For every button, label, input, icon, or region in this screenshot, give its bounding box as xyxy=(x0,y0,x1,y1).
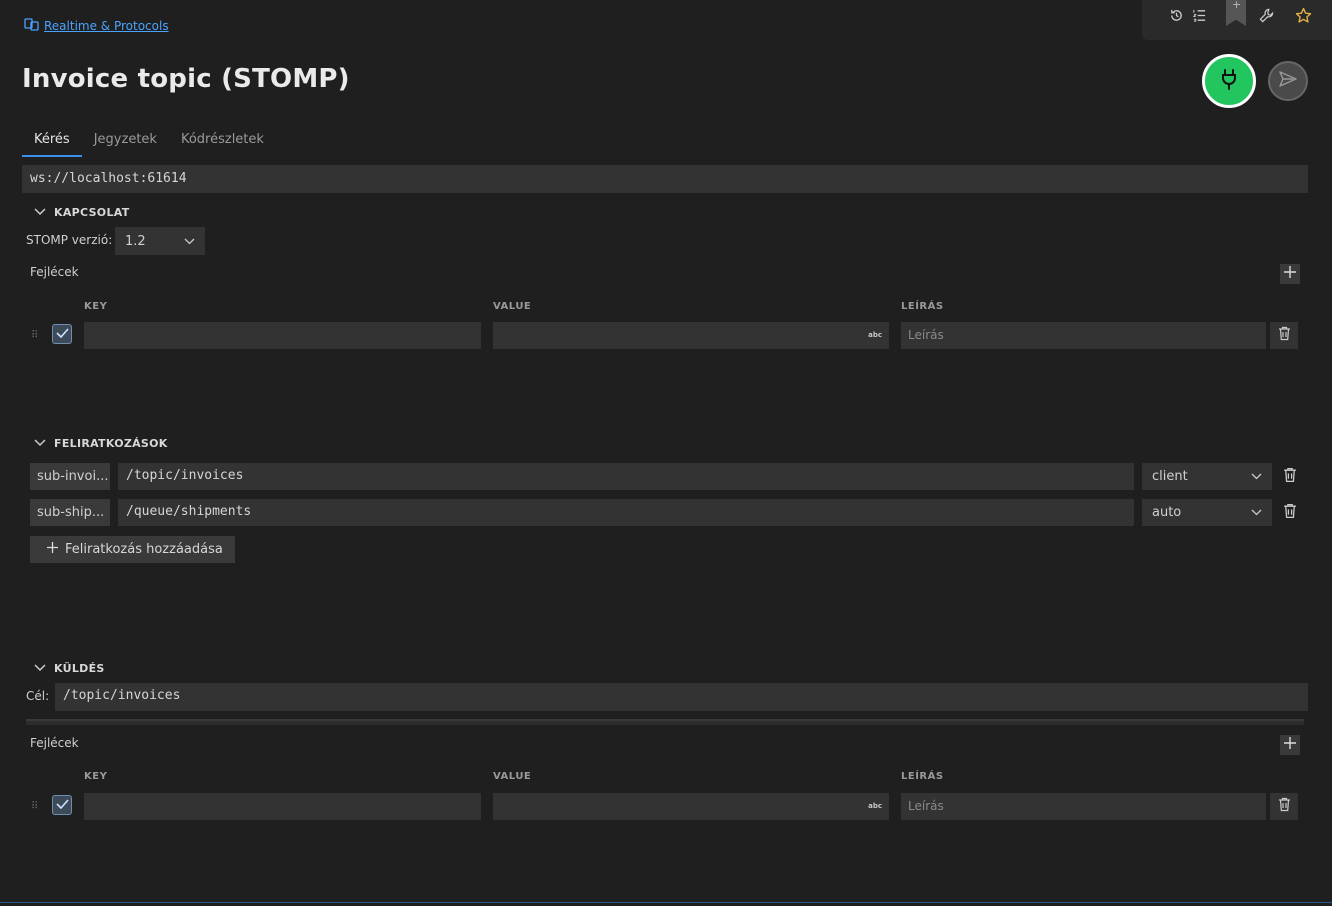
subscription-id[interactable]: sub-ship... xyxy=(30,499,110,526)
header-key-input[interactable] xyxy=(84,322,481,349)
tab-notes[interactable]: Jegyzetek xyxy=(82,128,169,157)
text-type-badge: abc xyxy=(868,331,882,339)
destination-label: Cél: xyxy=(26,689,50,703)
header-description-input[interactable]: Leírás xyxy=(901,322,1266,349)
collection-icon xyxy=(24,17,40,34)
connection-section-toggle[interactable]: KAPCSOLAT xyxy=(34,206,130,219)
tab-bar: Kérés Jegyzetek Kódrészletek xyxy=(22,128,276,157)
header-enabled-checkbox[interactable] xyxy=(52,324,72,344)
stomp-version-select[interactable]: 1.2 xyxy=(115,227,205,255)
plus-icon xyxy=(1283,736,1297,754)
check-icon xyxy=(55,798,69,813)
chevron-down-icon xyxy=(34,437,46,450)
add-send-header-button[interactable] xyxy=(1280,735,1300,755)
header-enabled-checkbox[interactable] xyxy=(52,795,72,815)
drag-handle-icon[interactable]: ⠿ xyxy=(31,330,38,341)
page-title: Invoice topic (STOMP) xyxy=(22,64,350,94)
trash-icon xyxy=(1278,797,1291,816)
delete-header-button[interactable] xyxy=(1270,322,1298,349)
header-description-input[interactable]: Leírás xyxy=(901,793,1266,820)
subscriptions-section-toggle[interactable]: FELIRATKOZÁSOK xyxy=(34,437,168,450)
connection-headers-label: Fejlécek xyxy=(30,265,79,279)
message-body-editor[interactable] xyxy=(26,719,1304,725)
delete-subscription-button[interactable] xyxy=(1283,503,1297,523)
plug-icon xyxy=(1219,68,1239,94)
wrench-icon[interactable] xyxy=(1257,6,1275,24)
column-key: KEY xyxy=(84,301,108,312)
history-icon[interactable] xyxy=(1167,6,1185,24)
text-type-badge: abc xyxy=(868,802,882,810)
ack-mode-value: auto xyxy=(1152,505,1182,520)
drag-handle-icon[interactable]: ⠿ xyxy=(31,801,38,812)
list-icon[interactable] xyxy=(1190,6,1208,24)
top-toolbar: + xyxy=(1142,0,1332,40)
stomp-version-label: STOMP verzió: xyxy=(26,233,113,247)
plus-icon xyxy=(46,541,59,558)
add-connection-header-button[interactable] xyxy=(1280,264,1300,284)
header-value-input[interactable]: abc xyxy=(493,322,889,349)
chevron-down-icon xyxy=(34,206,46,219)
breadcrumb-link[interactable]: Realtime & Protocols xyxy=(44,19,169,33)
send-icon xyxy=(1278,70,1298,92)
trash-icon xyxy=(1283,467,1297,487)
check-icon xyxy=(55,327,69,342)
column-description: LEÍRÁS xyxy=(901,301,944,312)
url-input[interactable]: ws://localhost:61614 xyxy=(22,165,1308,193)
subscription-destination-input[interactable]: /queue/shipments xyxy=(118,499,1134,526)
ack-mode-value: client xyxy=(1152,469,1188,484)
subscriptions-heading: FELIRATKOZÁSOK xyxy=(54,437,168,450)
subscription-ack-select[interactable]: auto xyxy=(1142,499,1272,526)
column-key: KEY xyxy=(84,771,108,782)
column-description: LEÍRÁS xyxy=(901,771,944,782)
add-subscription-label: Feliratkozás hozzáadása xyxy=(65,542,223,557)
subscription-ack-select[interactable]: client xyxy=(1142,463,1272,490)
destination-input[interactable]: /topic/invoices xyxy=(55,683,1308,711)
breadcrumb[interactable]: Realtime & Protocols xyxy=(24,17,169,34)
tab-snippets[interactable]: Kódrészletek xyxy=(169,128,276,157)
chevron-down-icon xyxy=(1251,469,1262,484)
stomp-version-value: 1.2 xyxy=(125,233,146,249)
header-key-input[interactable] xyxy=(84,793,481,820)
subscription-destination-input[interactable]: /topic/invoices xyxy=(118,463,1134,490)
chevron-down-icon xyxy=(34,662,46,675)
bookmark-icon[interactable]: + xyxy=(1226,0,1246,26)
header-value-input[interactable]: abc xyxy=(493,793,889,820)
column-value: VALUE xyxy=(493,301,532,312)
plus-icon xyxy=(1283,265,1297,283)
trash-icon xyxy=(1283,503,1297,523)
tab-request[interactable]: Kérés xyxy=(22,128,82,157)
add-subscription-button[interactable]: Feliratkozás hozzáadása xyxy=(30,536,235,563)
trash-icon xyxy=(1278,326,1291,345)
status-divider xyxy=(0,902,1332,906)
send-button[interactable] xyxy=(1268,61,1308,101)
star-icon[interactable] xyxy=(1294,6,1312,24)
delete-subscription-button[interactable] xyxy=(1283,467,1297,487)
delete-header-button[interactable] xyxy=(1270,793,1298,820)
chevron-down-icon xyxy=(184,234,195,249)
send-headers-label: Fejlécek xyxy=(30,736,79,750)
connection-heading: KAPCSOLAT xyxy=(54,206,130,219)
column-value: VALUE xyxy=(493,771,532,782)
send-heading: KÜLDÉS xyxy=(54,662,105,675)
connect-button[interactable] xyxy=(1202,54,1256,108)
subscription-id[interactable]: sub-invoi... xyxy=(30,463,110,490)
chevron-down-icon xyxy=(1251,505,1262,520)
send-section-toggle[interactable]: KÜLDÉS xyxy=(34,662,105,675)
